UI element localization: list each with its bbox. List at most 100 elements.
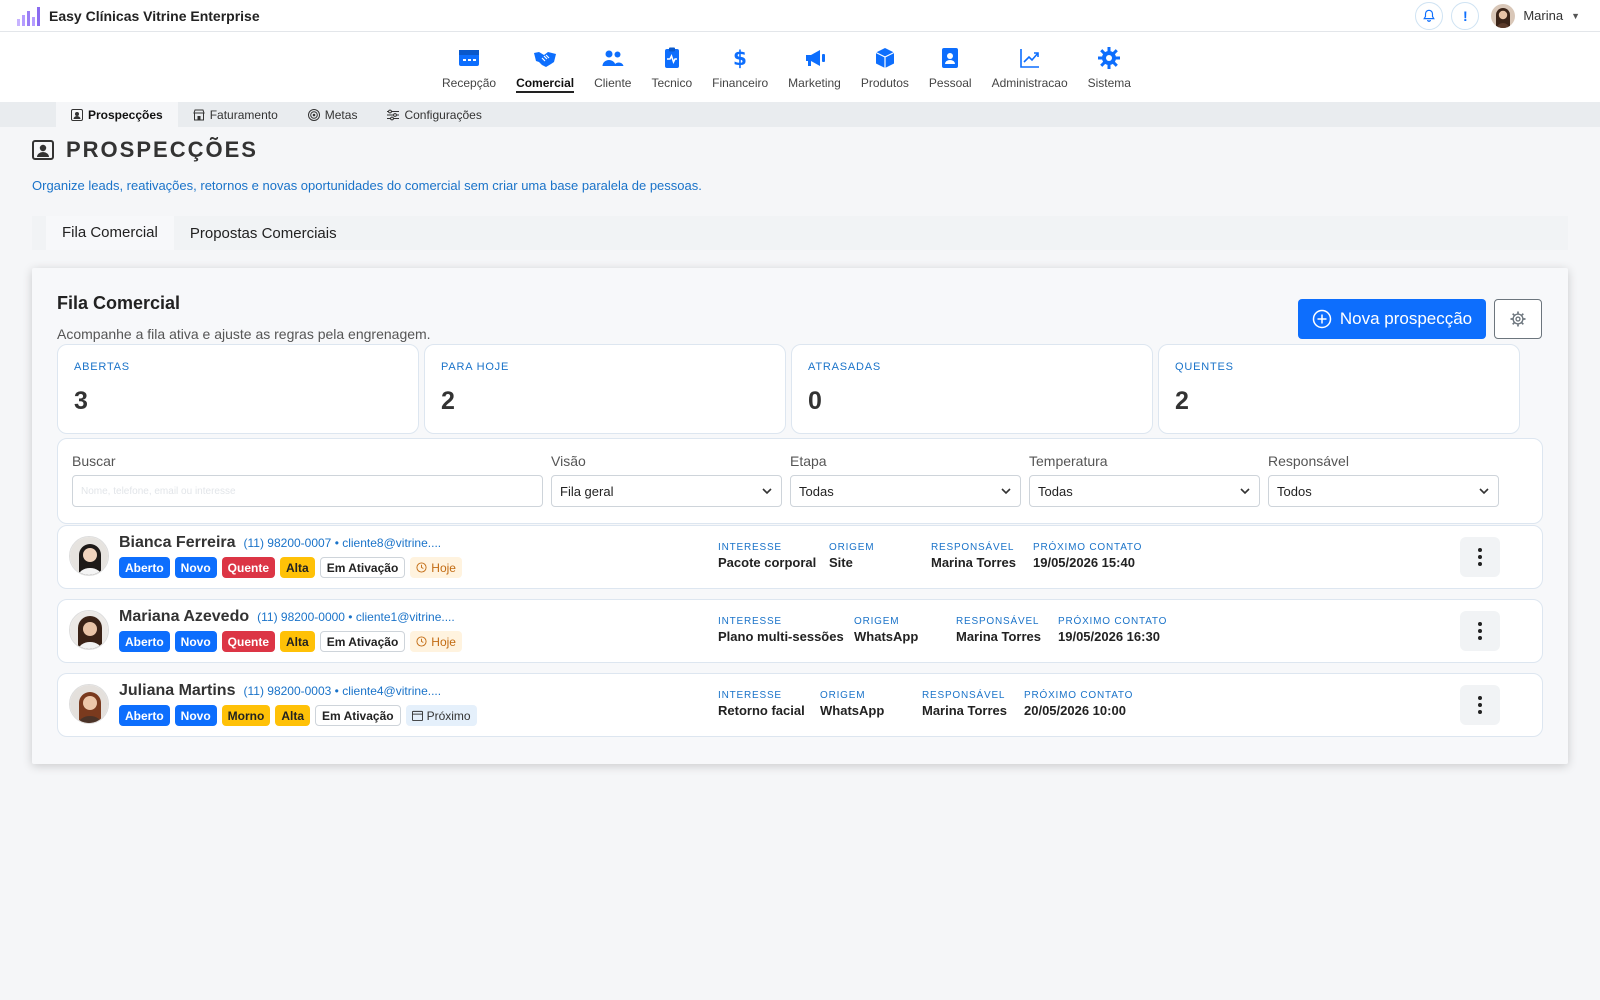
- subnav-prospeccoes[interactable]: Prospecções: [56, 102, 178, 127]
- visao-group: Visão Fila geral: [551, 453, 782, 507]
- nav-cliente[interactable]: Cliente: [584, 32, 641, 102]
- gear-icon: [1510, 311, 1526, 327]
- avatar: [69, 536, 109, 576]
- page-header: PROSPECÇÕES: [32, 137, 258, 163]
- due-badge-label: Hoje: [431, 560, 456, 575]
- caret-down-icon: ▼: [1571, 10, 1580, 21]
- queue-settings-button[interactable]: [1494, 299, 1542, 339]
- due-badge: Próximo: [405, 705, 477, 726]
- avatar: [69, 610, 109, 650]
- due-badge-label: Próximo: [426, 708, 471, 723]
- sub-nav: Prospecções Faturamento Metas Configuraç…: [0, 102, 1600, 127]
- proximo-col: PRÓXIMO CONTATO 19/05/2026 16:30: [1058, 616, 1167, 644]
- nav-label: Financeiro: [712, 76, 769, 90]
- etapa-label: Etapa: [790, 453, 827, 469]
- col-value: Marina Torres: [931, 555, 1017, 570]
- col-key: PRÓXIMO CONTATO: [1058, 616, 1168, 627]
- subnav-faturamento[interactable]: Faturamento: [178, 102, 293, 127]
- col-value: Plano multi-sessões: [718, 629, 844, 644]
- lead-name[interactable]: Mariana Azevedo: [119, 608, 249, 626]
- nav-recepcao[interactable]: Recepção: [432, 32, 506, 102]
- visao-select[interactable]: Fila geral: [551, 475, 782, 507]
- subnav-metas[interactable]: Metas: [293, 102, 373, 127]
- target-icon: [307, 108, 320, 121]
- col-key: ORIGEM: [829, 542, 875, 553]
- tab-propostas-comerciais[interactable]: Propostas Comerciais: [174, 216, 353, 250]
- search-group: Buscar Nome, telefone, email ou interess…: [72, 453, 543, 507]
- responsavel-value: Todos: [1277, 483, 1312, 499]
- col-value: WhatsApp: [820, 703, 885, 718]
- nav-financeiro[interactable]: $ Financeiro: [702, 32, 778, 102]
- clipboard-pulse-icon: [664, 47, 679, 68]
- status-badge: Novo: [174, 557, 217, 578]
- lead-name[interactable]: Juliana Martins: [119, 682, 235, 700]
- stage-badge: Em Ativação: [319, 631, 406, 652]
- row-actions-button[interactable]: [1460, 685, 1500, 725]
- lead-contact[interactable]: (11) 98200-0000 • cliente1@vitrine....: [257, 610, 455, 624]
- status-badge: Aberto: [119, 631, 170, 652]
- col-value: 20/05/2026 10:00: [1024, 703, 1126, 718]
- responsavel-select[interactable]: Todos: [1268, 475, 1499, 507]
- nav-comercial[interactable]: Comercial: [506, 32, 584, 102]
- nav-tecnico[interactable]: Tecnico: [641, 32, 702, 102]
- col-value: 19/05/2026 16:30: [1058, 629, 1160, 644]
- nav-sistema[interactable]: Sistema: [1078, 32, 1141, 102]
- col-key: INTERESSE: [718, 690, 782, 701]
- due-badge: Hoje: [410, 557, 462, 578]
- nav-marketing[interactable]: Marketing: [778, 32, 851, 102]
- lead-contact[interactable]: (11) 98200-0007 • cliente8@vitrine....: [244, 536, 442, 550]
- search-input[interactable]: Nome, telefone, email ou interesse: [72, 475, 543, 507]
- proximo-col: PRÓXIMO CONTATO 20/05/2026 10:00: [1024, 690, 1133, 718]
- row-actions-button[interactable]: [1460, 537, 1500, 577]
- nav-produtos[interactable]: Produtos: [851, 32, 919, 102]
- lead-name[interactable]: Bianca Ferreira: [119, 534, 236, 552]
- notifications-button[interactable]: [1415, 1, 1444, 30]
- responsavel-col: RESPONSÁVEL Marina Torres: [956, 616, 1041, 644]
- avatar: [69, 684, 109, 724]
- temperatura-group: Temperatura Todas: [1029, 453, 1260, 507]
- table-row[interactable]: Juliana Martins (11) 98200-0003 • cliente…: [57, 673, 1543, 737]
- responsavel-col: RESPONSÁVEL Marina Torres: [931, 542, 1016, 570]
- col-value: Marina Torres: [922, 703, 1008, 718]
- nav-label: Produtos: [860, 76, 909, 90]
- nav-label: Pessoal: [928, 76, 972, 90]
- nav-pessoal[interactable]: Pessoal: [919, 32, 982, 102]
- table-row[interactable]: Mariana Azevedo (11) 98200-0000 • cliente…: [57, 599, 1543, 663]
- svg-text:$: $: [733, 46, 747, 70]
- badge-group: Aberto Novo Quente Alta Em Ativação Hoje: [119, 631, 462, 652]
- page-title: PROSPECÇÕES: [66, 137, 258, 162]
- row-actions-button[interactable]: [1460, 611, 1500, 651]
- col-value: Pacote corporal: [718, 555, 817, 570]
- brand[interactable]: Easy Clínicas Vitrine Enterprise: [16, 5, 260, 27]
- col-value: 19/05/2026 15:40: [1033, 555, 1135, 570]
- subnav-configuracoes[interactable]: Configurações: [372, 102, 496, 127]
- main-nav: Recepção Comercial Cliente Tecnico $ Fin…: [0, 32, 1600, 102]
- etapa-select[interactable]: Todas: [790, 475, 1021, 507]
- nav-administracao[interactable]: Administracao: [982, 32, 1078, 102]
- new-prospection-button[interactable]: Nova prospecção: [1298, 299, 1486, 339]
- subnav-label: Metas: [324, 107, 358, 122]
- avatar: [1491, 3, 1516, 28]
- chevron-down-icon: [762, 488, 772, 495]
- store-icon: [193, 109, 205, 120]
- table-row[interactable]: Bianca Ferreira (11) 98200-0007 • cliente…: [57, 525, 1543, 589]
- nav-label: Sistema: [1087, 76, 1131, 90]
- col-key: ORIGEM: [820, 690, 866, 701]
- col-key: RESPONSÁVEL: [931, 542, 1015, 553]
- bell-icon: [1423, 9, 1436, 22]
- temperatura-value: Todas: [1038, 483, 1073, 499]
- temperatura-select[interactable]: Todas: [1029, 475, 1260, 507]
- alerts-button[interactable]: !: [1451, 1, 1480, 30]
- tab-fila-comercial[interactable]: Fila Comercial: [46, 216, 174, 250]
- user-menu[interactable]: Marina ▼: [1491, 3, 1580, 28]
- lead-contact[interactable]: (11) 98200-0003 • cliente4@vitrine....: [243, 684, 441, 698]
- col-value: Site: [829, 555, 853, 570]
- nav-label: Marketing: [788, 76, 841, 90]
- plus-circle-icon: [1312, 309, 1332, 329]
- col-key: PRÓXIMO CONTATO: [1024, 690, 1134, 701]
- col-key: RESPONSÁVEL: [956, 616, 1040, 627]
- stat-label: ABERTAS: [74, 361, 130, 373]
- temperature-badge: Quente: [221, 631, 276, 652]
- chevron-down-icon: [1479, 488, 1489, 495]
- col-key: PRÓXIMO CONTATO: [1033, 542, 1143, 553]
